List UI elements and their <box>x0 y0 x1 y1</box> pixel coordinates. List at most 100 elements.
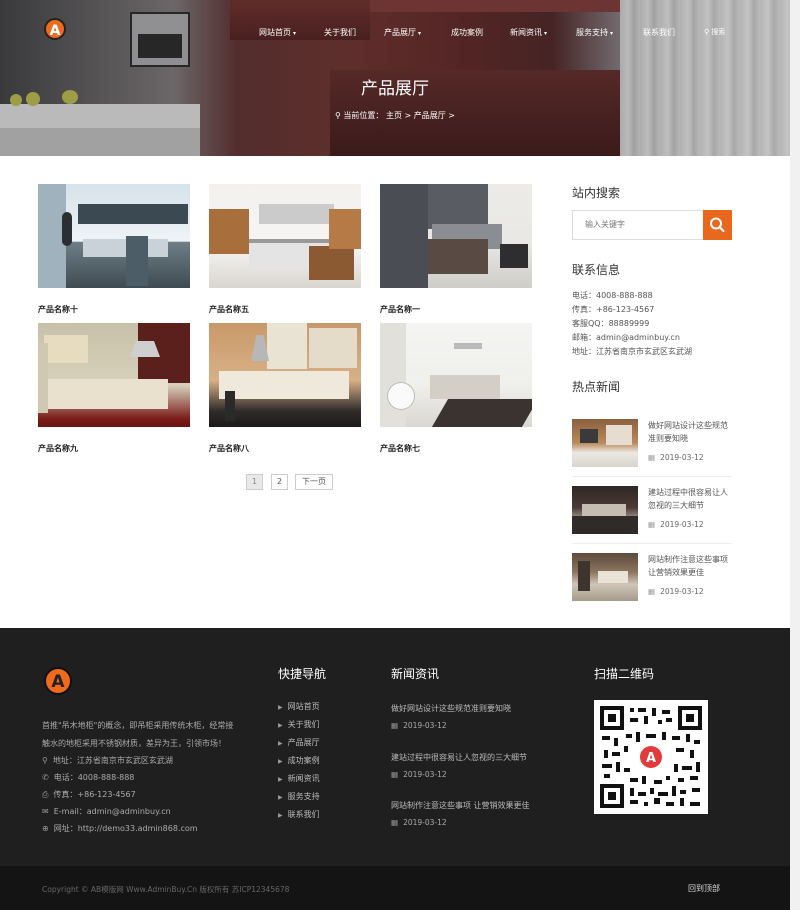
footer-news-link[interactable]: 建站过程中很容易让人忽视的三大细节 <box>391 752 527 763</box>
footer-about-text: 首推"吊木地柜"的概念，即吊柜采用传统木柜，经常接 <box>42 721 234 730</box>
nav-item-news[interactable]: 新闻资讯 ▾ <box>510 27 547 38</box>
footer-nav-products[interactable]: ▶ 产品展厅 <box>278 737 320 748</box>
nav-item-contact[interactable]: 联系我们 <box>643 27 675 38</box>
page-button-1[interactable]: 1 <box>246 474 263 490</box>
footer-nav-support[interactable]: ▶ 服务支持 <box>278 791 320 802</box>
footer-email[interactable]: ✉ E-mail：admin@adminbuy.cn <box>42 806 171 817</box>
nav-item-about[interactable]: 关于我们 <box>324 27 356 38</box>
hot-news-date: ▦ 2019-03-12 <box>648 520 704 529</box>
footer-quick-nav-title: 快捷导航 <box>278 667 327 681</box>
footer-contact-text: 电话：4008-888-888 <box>53 773 135 782</box>
footer-nav-label: 产品展厅 <box>287 738 320 747</box>
calendar-icon: ▦ <box>391 721 399 730</box>
phone-icon: ✆ <box>42 773 49 782</box>
hot-news-thumbnail[interactable] <box>572 419 638 467</box>
map-marker-icon: ⚲ <box>42 756 48 765</box>
page-title: 产品展厅 <box>361 79 429 99</box>
footer-nav-label: 关于我们 <box>287 720 320 729</box>
breadcrumb: ⚲ 当前位置： 主页 > 产品展厅 > <box>0 110 790 121</box>
footer-news-date-text: 2019-03-12 <box>403 818 447 827</box>
product-name[interactable]: 产品名称一 <box>380 304 420 315</box>
footer-nav-cases[interactable]: ▶ 成功案例 <box>278 755 320 766</box>
footer-news-date-text: 2019-03-12 <box>403 721 447 730</box>
hot-news-date: ▦ 2019-03-12 <box>648 587 704 596</box>
footer-nav-label: 成功案例 <box>287 756 320 765</box>
footer-website[interactable]: ⊕ 网址：http://demo33.admin868.com <box>42 823 198 834</box>
footer-news-date: ▦ 2019-03-12 <box>391 770 447 779</box>
search-submit-button[interactable] <box>703 210 732 240</box>
hot-news-date-text: 2019-03-12 <box>660 453 704 462</box>
contact-address: 地址：江苏省南京市玄武区玄武湖 <box>572 347 692 356</box>
page-scrollbar[interactable] <box>790 0 800 910</box>
chevron-right-icon: ▶ <box>278 704 283 711</box>
footer-news-date: ▦ 2019-03-12 <box>391 818 447 827</box>
nav-search-label: 搜索 <box>711 28 726 36</box>
footer-contact-text: 网址：http://demo33.admin868.com <box>53 824 198 833</box>
product-card[interactable]: 产品名称一 <box>380 184 532 314</box>
nav-search-button[interactable]: ⚲ 搜索 <box>704 27 725 37</box>
footer-nav-label: 网站首页 <box>287 702 320 711</box>
footer-nav-news[interactable]: ▶ 新闻资讯 <box>278 773 320 784</box>
product-image[interactable] <box>209 184 361 288</box>
chevron-right-icon: ▶ <box>278 776 283 783</box>
nav-item-cases[interactable]: 成功案例 <box>451 27 483 38</box>
footer-news-link[interactable]: 做好网站设计这些规范准则要知晓 <box>391 703 511 714</box>
product-image[interactable] <box>38 323 190 427</box>
hot-news-date-text: 2019-03-12 <box>660 520 704 529</box>
back-to-top-link[interactable]: 回到顶部 <box>688 883 720 894</box>
calendar-icon: ▦ <box>648 520 656 529</box>
envelope-icon: ✉ <box>42 807 49 816</box>
hot-news-thumbnail[interactable] <box>572 553 638 601</box>
footer-nav-about[interactable]: ▶ 关于我们 <box>278 719 320 730</box>
caret-down-icon: ▾ <box>418 30 422 37</box>
hot-news-date-text: 2019-03-12 <box>660 587 704 596</box>
product-card[interactable]: 产品名称七 <box>380 323 532 453</box>
chevron-right-icon: ▶ <box>278 740 283 747</box>
calendar-icon: ▦ <box>648 587 656 596</box>
footer-news-date: ▦ 2019-03-12 <box>391 721 447 730</box>
calendar-icon: ▦ <box>648 453 656 462</box>
footer-nav-contact[interactable]: ▶ 联系我们 <box>278 809 320 820</box>
breadcrumb-text[interactable]: 当前位置： 主页 > 产品展厅 > <box>343 111 455 120</box>
nav-item-products[interactable]: 产品展厅 ▾ <box>384 27 421 38</box>
nav-item-support[interactable]: 服务支持 ▾ <box>576 27 613 38</box>
contact-qq: 客服QQ：88889999 <box>572 319 650 328</box>
footer-fax: ⎙ 传真：+86-123-4567 <box>42 789 136 800</box>
next-page-button[interactable]: 下一页 <box>295 474 333 490</box>
product-card[interactable]: 产品名称五 <box>209 184 361 314</box>
hot-news-title[interactable]: 建站过程中很容易让人忽视的三大细节 <box>648 486 734 512</box>
site-logo[interactable]: A <box>44 18 66 40</box>
divider <box>572 543 732 544</box>
product-name[interactable]: 产品名称八 <box>209 443 249 454</box>
footer-nav-label: 新闻资讯 <box>287 774 320 783</box>
product-name[interactable]: 产品名称七 <box>380 443 420 454</box>
search-input[interactable]: 输入关键字 <box>572 210 704 240</box>
product-image[interactable] <box>209 323 361 427</box>
footer-logo[interactable]: A <box>44 667 72 695</box>
footer-news-link[interactable]: 网站制作注意这些事项 让营销效果更佳 <box>391 800 530 811</box>
product-card[interactable]: 产品名称九 <box>38 323 190 453</box>
calendar-icon: ▦ <box>391 770 399 779</box>
sidebar-contact-title: 联系信息 <box>572 263 621 277</box>
footer-contact-text: 传真：+86-123-4567 <box>53 790 136 799</box>
footer-nav-home[interactable]: ▶ 网站首页 <box>278 701 320 712</box>
product-name[interactable]: 产品名称九 <box>38 443 78 454</box>
product-card[interactable]: 产品名称十 <box>38 184 190 314</box>
nav-item-label: 网站首页 <box>259 28 291 37</box>
chevron-right-icon: ▶ <box>278 794 283 801</box>
product-card[interactable]: 产品名称八 <box>209 323 361 453</box>
product-name[interactable]: 产品名称十 <box>38 304 78 315</box>
hot-news-title[interactable]: 做好网站设计这些规范准则要知晓 <box>648 419 734 445</box>
nav-item-home[interactable]: 网站首页 ▾ <box>259 27 296 38</box>
hot-news-item[interactable]: 网站制作注意这些事项 让营销效果更佳 ▦ 2019-03-12 <box>572 553 732 619</box>
contact-email[interactable]: 邮箱：admin@adminbuy.cn <box>572 332 680 343</box>
product-image[interactable] <box>380 323 532 427</box>
product-image[interactable] <box>380 184 532 288</box>
sidebar-search-title: 站内搜索 <box>572 186 621 200</box>
hot-news-title[interactable]: 网站制作注意这些事项 让营销效果更佳 <box>648 553 734 579</box>
product-image[interactable] <box>38 184 190 288</box>
hot-news-thumbnail[interactable] <box>572 486 638 534</box>
product-name[interactable]: 产品名称五 <box>209 304 249 315</box>
page-button-2[interactable]: 2 <box>271 474 288 490</box>
footer-phone: ✆ 电话：4008-888-888 <box>42 772 134 783</box>
